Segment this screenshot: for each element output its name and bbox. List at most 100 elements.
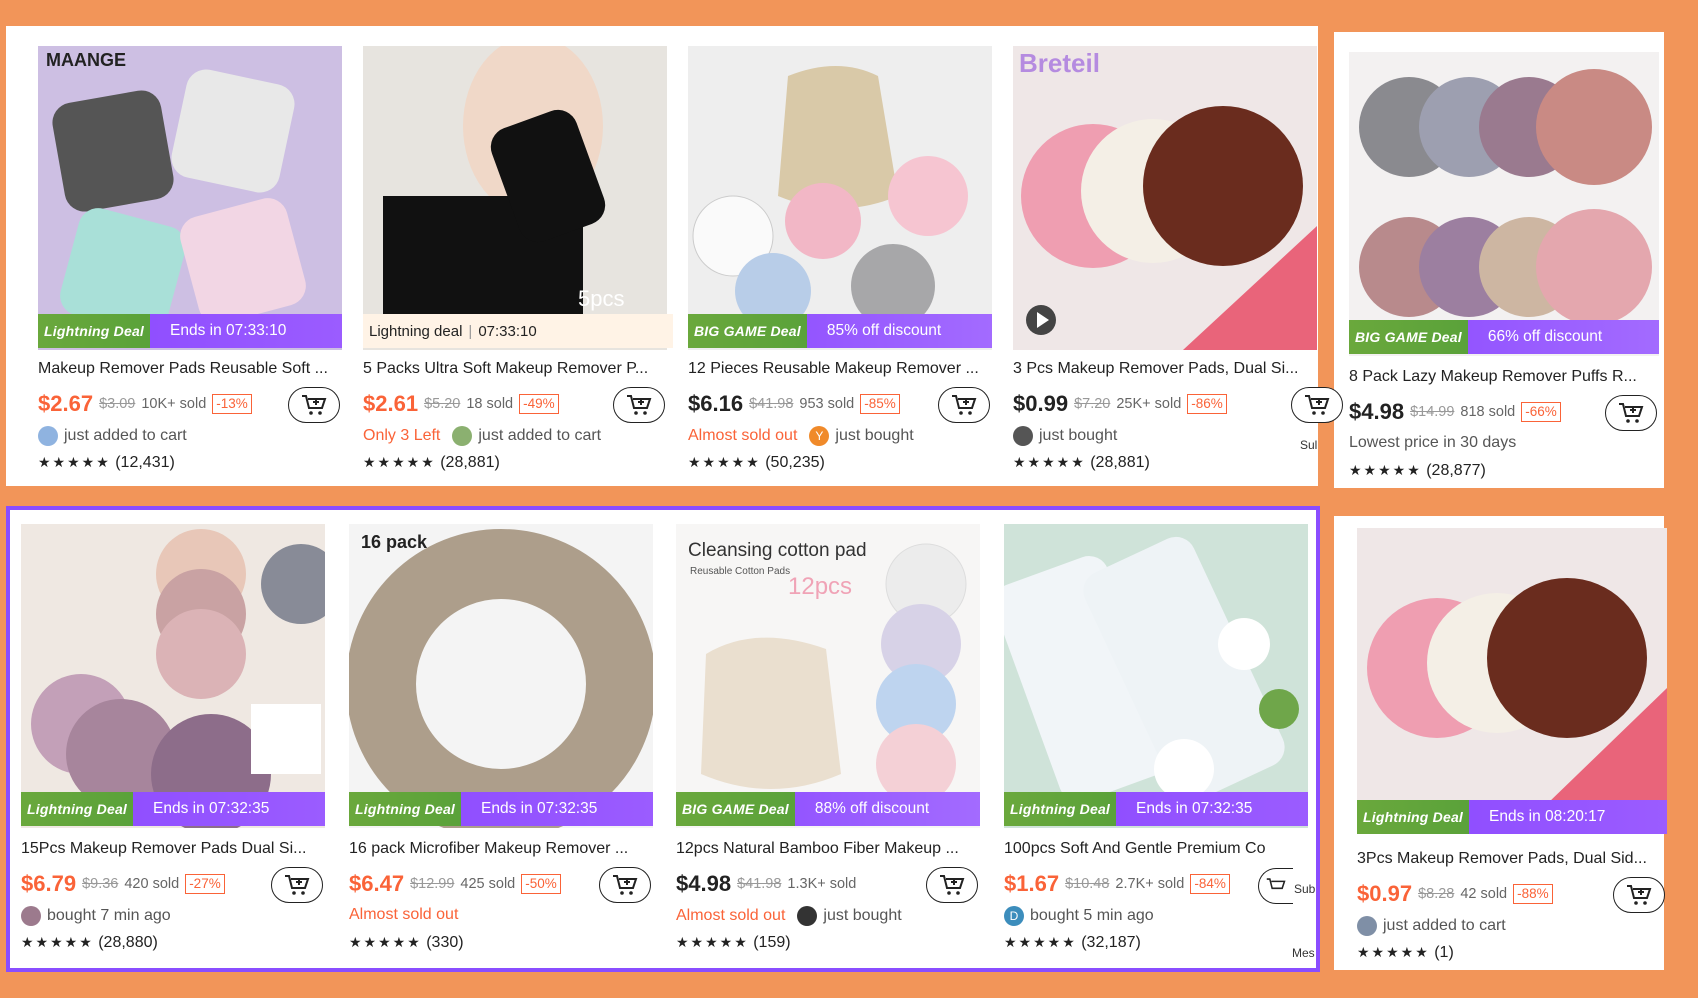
add-to-cart-button[interactable] — [288, 387, 340, 423]
product-title[interactable]: 3 Pcs Makeup Remover Pads, Dual Si... — [1013, 360, 1317, 378]
product-card[interactable]: Breteil 3 Pcs Makeup Remover Pads, Dual … — [1013, 46, 1343, 476]
product-image[interactable]: Breteil — [1013, 46, 1317, 350]
brand-watermark: Breteil — [1019, 48, 1100, 78]
product-title[interactable]: 100pcs Soft And Gentle Premium Co — [1004, 840, 1308, 858]
original-price: $41.98 — [749, 396, 794, 412]
image-text: 5pcs — [578, 286, 624, 311]
deal-banner: BIG GAME Deal 85% off discount — [688, 314, 992, 348]
product-card[interactable]: 5pcs Lightning deal | 07:33:10 5 Packs U… — [363, 46, 673, 476]
product-image[interactable]: MAANGE — [38, 46, 342, 350]
product-card[interactable]: Lightning Deal Ends in 07:32:35 15Pcs Ma… — [21, 524, 325, 954]
product-title[interactable]: 8 Pack Lazy Makeup Remover Puffs R... — [1349, 368, 1659, 386]
price-line: $6.16 $41.98 953 sold -85% — [688, 386, 992, 423]
rating: ★★★★★ (50,235) — [688, 454, 825, 472]
sold-count: 425 sold — [460, 876, 516, 892]
star-rating: ★★★★★ — [1349, 462, 1422, 478]
product-card[interactable]: MAANGE Lightning Deal Ends in 07:33:10 M… — [38, 46, 342, 476]
product-card[interactable]: BIG GAME Deal 66% off discount 8 Pack La… — [1349, 52, 1659, 482]
social-proof: D bought 5 min ago — [1004, 906, 1308, 926]
cart-plus-icon — [940, 875, 965, 895]
discount-badge: -13% — [212, 394, 252, 414]
image-subtext: Reusable Cotton Pads — [690, 566, 790, 577]
activity-text: just added to cart — [478, 427, 602, 444]
discount-badge: -85% — [860, 394, 900, 414]
clipped-text: Sul — [1300, 438, 1318, 452]
star-rating: ★★★★★ — [349, 934, 422, 950]
add-to-cart-button[interactable] — [1613, 877, 1665, 913]
product-image[interactable]: 16 pack — [349, 524, 653, 828]
activity-text: bought 7 min ago — [47, 907, 171, 924]
discount-badge: -50% — [521, 874, 561, 894]
discount-badge: -86% — [1187, 394, 1227, 414]
product-title[interactable]: 12 Pieces Reusable Makeup Remover ... — [688, 360, 992, 378]
original-price: $8.28 — [1418, 886, 1455, 902]
add-to-cart-button[interactable] — [271, 867, 323, 903]
product-image[interactable] — [688, 46, 992, 350]
product-image[interactable] — [1349, 52, 1659, 356]
avatar — [21, 906, 41, 926]
sold-count: 42 sold — [1460, 886, 1508, 902]
lightning-deal-tag: Lightning Deal — [38, 314, 151, 348]
add-to-cart-button[interactable] — [599, 867, 651, 903]
sold-count: 420 sold — [124, 876, 180, 892]
rating: ★★★★★ (32,187) — [1004, 934, 1141, 952]
rating: ★★★★★ (159) — [676, 934, 791, 952]
big-game-deal-tag: BIG GAME Deal — [676, 792, 795, 826]
add-to-cart-button[interactable] — [938, 387, 990, 423]
lightning-deal-tag: Lightning deal — [369, 322, 463, 340]
add-to-cart-button[interactable] — [1291, 387, 1343, 423]
product-image[interactable] — [1357, 528, 1667, 804]
product-title[interactable]: 3Pcs Makeup Remover Pads, Dual Sid... — [1357, 850, 1667, 868]
sale-price: $6.47 — [349, 871, 405, 896]
product-title[interactable]: 15Pcs Makeup Remover Pads Dual Si... — [21, 840, 325, 858]
product-title[interactable]: 16 pack Microfiber Makeup Remover ... — [349, 840, 653, 858]
deal-countdown: Ends in 08:20:17 — [1489, 808, 1606, 825]
add-to-cart-button[interactable] — [926, 867, 978, 903]
activity-text: just bought — [1039, 427, 1118, 444]
rating: ★★★★★ (28,881) — [1013, 454, 1150, 472]
clipped-text: Sub — [1294, 882, 1316, 896]
product-card[interactable]: 16 pack Lightning Deal Ends in 07:32:35 … — [349, 524, 653, 954]
avatar — [1357, 916, 1377, 936]
product-image[interactable] — [1004, 524, 1308, 828]
review-count: (28,881) — [440, 454, 500, 471]
add-to-cart-button[interactable] — [1258, 868, 1293, 904]
add-to-cart-button[interactable] — [613, 387, 665, 423]
price-line: $4.98 $14.99 818 sold -66% — [1349, 394, 1659, 431]
product-image[interactable]: Cleansing cotton pad Reusable Cotton Pad… — [676, 524, 980, 828]
cart-plus-icon — [627, 395, 652, 415]
product-title[interactable]: 5 Packs Ultra Soft Makeup Remover P... — [363, 360, 667, 378]
clipped-text: Mes — [1292, 946, 1315, 960]
cart-plus-icon — [285, 875, 310, 895]
image-text: Cleansing cotton pad — [688, 540, 867, 561]
review-count: (330) — [426, 934, 464, 951]
cart-plus-icon — [302, 395, 327, 415]
price-line: $2.67 $3.09 10K+ sold -13% — [38, 386, 342, 423]
social-proof: Almost sold out Y just bought — [688, 426, 992, 446]
product-card[interactable]: BIG GAME Deal 85% off discount 12 Pieces… — [688, 46, 992, 476]
social-proof: bought 7 min ago — [21, 906, 325, 926]
cart-plus-icon — [1627, 885, 1652, 905]
deal-banner: Lightning deal | 07:33:10 — [363, 314, 673, 348]
discount-badge: -66% — [1521, 402, 1561, 422]
add-to-cart-button[interactable] — [1605, 395, 1657, 431]
social-proof: Almost sold out just bought — [676, 906, 980, 926]
star-rating: ★★★★★ — [363, 454, 436, 470]
deal-banner: Lightning Deal Ends in 08:20:17 — [1357, 800, 1667, 834]
lightning-deal-tag: Lightning Deal — [349, 792, 462, 826]
product-image[interactable]: 5pcs — [363, 46, 667, 350]
product-title[interactable]: Makeup Remover Pads Reusable Soft ... — [38, 360, 342, 378]
sale-price: $2.67 — [38, 391, 94, 416]
product-image[interactable] — [21, 524, 325, 828]
rating: ★★★★★ (28,881) — [363, 454, 500, 472]
rating: ★★★★★ (12,431) — [38, 454, 175, 472]
star-rating: ★★★★★ — [688, 454, 761, 470]
rating: ★★★★★ (330) — [349, 934, 464, 952]
sold-count: 10K+ sold — [141, 396, 207, 412]
product-title[interactable]: 12pcs Natural Bamboo Fiber Makeup ... — [676, 840, 980, 858]
product-card[interactable]: Cleansing cotton pad Reusable Cotton Pad… — [676, 524, 980, 954]
product-card[interactable]: Lightning Deal Ends in 08:20:17 3Pcs Mak… — [1357, 528, 1667, 961]
avatar — [797, 906, 818, 926]
social-proof: Almost sold out — [349, 906, 653, 924]
sale-price: $0.99 — [1013, 391, 1069, 416]
